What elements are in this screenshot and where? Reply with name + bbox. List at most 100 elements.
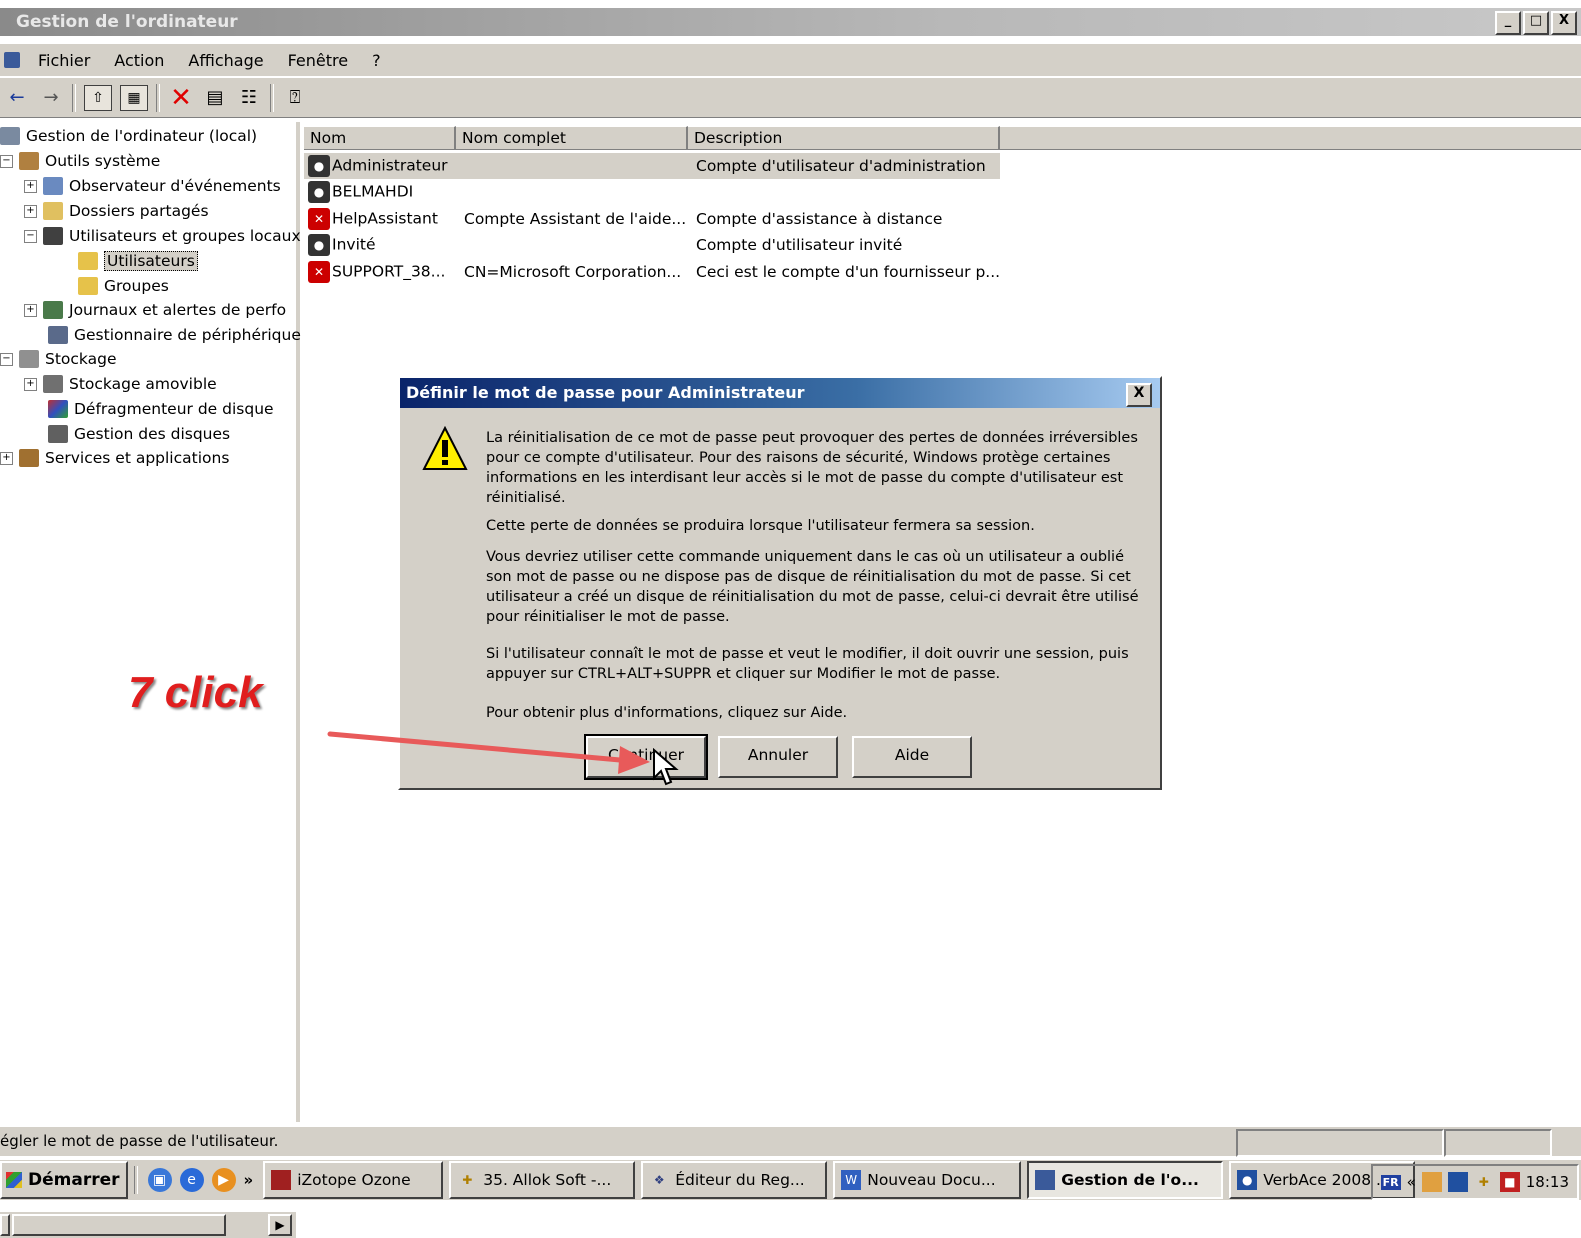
- minimize-button[interactable]: _: [1495, 11, 1521, 35]
- tree-horizontal-scrollbar[interactable]: ▶: [0, 1212, 296, 1238]
- dialog-paragraph: Si l'utilisateur connaît le mot de passe…: [486, 646, 1129, 682]
- forward-arrow-icon[interactable]: →: [38, 85, 64, 111]
- language-indicator[interactable]: FR: [1380, 1174, 1401, 1190]
- window-titlebar[interactable]: Gestion de l'ordinateur _ □ X: [0, 8, 1581, 36]
- table-row[interactable]: ● BELMAHDI: [304, 179, 1000, 205]
- menu-fenetre[interactable]: Fenêtre: [276, 51, 361, 70]
- toolbar: ← → ⇧ ▦ ✕ ▤ ☷ ⍰: [0, 78, 1581, 118]
- tree-item-observateur[interactable]: + Observateur d'événements: [24, 174, 281, 198]
- maximize-button[interactable]: □: [1523, 11, 1549, 35]
- column-header-description[interactable]: Description: [688, 126, 1000, 150]
- close-window-button[interactable]: X: [1551, 11, 1577, 35]
- user-full-name: CN=Microsoft Corporation...: [464, 263, 682, 281]
- help-button[interactable]: Aide: [852, 736, 972, 778]
- delete-icon[interactable]: ✕: [168, 83, 194, 113]
- dialog-paragraph: Vous devriez utiliser cette commande uni…: [486, 549, 1139, 625]
- user-name: SUPPORT_38...: [332, 262, 446, 281]
- scroll-left-button[interactable]: [0, 1214, 10, 1236]
- table-row[interactable]: ✕ HelpAssistant Compte Assistant de l'aid…: [304, 206, 1000, 232]
- expand-icon[interactable]: +: [24, 204, 37, 218]
- table-row[interactable]: ● Invité Compte d'utilisateur invité: [304, 232, 1000, 258]
- task-button-active[interactable]: Gestion de l'o...: [1027, 1161, 1224, 1199]
- expand-icon[interactable]: +: [24, 303, 37, 317]
- security-icon[interactable]: ■: [1499, 1172, 1520, 1192]
- menu-action[interactable]: Action: [102, 51, 176, 70]
- tray-expand-button[interactable]: «: [1407, 1173, 1416, 1191]
- shared-folders-icon: [43, 202, 63, 220]
- task-button[interactable]: W Nouveau Docu...: [833, 1161, 1022, 1199]
- user-description: Ceci est le compte d'un fournisseur p...: [696, 263, 1000, 281]
- tree-item-gestion-disques[interactable]: Gestion des disques: [48, 422, 230, 446]
- system-tray: FR « ✚ ■ 18:13: [1370, 1164, 1579, 1200]
- scroll-right-button[interactable]: ▶: [268, 1214, 292, 1236]
- dialog-titlebar[interactable]: Définir le mot de passe pour Administrat…: [400, 378, 1160, 408]
- tree-item-groupes[interactable]: Groupes: [78, 274, 169, 298]
- storage-icon: [19, 350, 39, 368]
- tree-item-services[interactable]: + Services et applications: [0, 446, 229, 470]
- tree-item-utilisateurs-groupes[interactable]: − Utilisateurs et groupes locaux: [24, 224, 301, 248]
- help-icon[interactable]: ⍰: [282, 85, 308, 111]
- dialog-close-button[interactable]: X: [1126, 383, 1152, 407]
- computer-management-icon: [0, 127, 20, 145]
- network-icon[interactable]: [1421, 1172, 1442, 1192]
- quicklaunch-more-button[interactable]: »: [244, 1171, 254, 1189]
- column-header-nom-complet[interactable]: Nom complet: [456, 126, 688, 150]
- expand-icon[interactable]: +: [24, 377, 37, 391]
- clock[interactable]: 18:13: [1526, 1173, 1569, 1191]
- user-description: Compte d'utilisateur d'administration: [696, 157, 986, 175]
- tree-item-gestionnaire-peripherique[interactable]: Gestionnaire de périphérique: [48, 323, 301, 347]
- up-folder-icon[interactable]: ⇧: [84, 84, 112, 111]
- column-header-nom[interactable]: Nom: [304, 126, 456, 150]
- tree-item-outils-systeme[interactable]: − Outils système: [0, 149, 160, 173]
- tree-item-stockage[interactable]: − Stockage: [0, 347, 117, 371]
- start-button[interactable]: Démarrer: [0, 1161, 128, 1199]
- export-list-icon[interactable]: ☷: [236, 85, 262, 111]
- app-icon[interactable]: [4, 52, 20, 68]
- collapse-icon[interactable]: −: [0, 352, 13, 366]
- task-button[interactable]: iZotope Ozone: [263, 1161, 444, 1199]
- tree-item-label: Gestion des disques: [74, 425, 231, 443]
- menu-fichier[interactable]: Fichier: [26, 51, 102, 70]
- expand-icon[interactable]: +: [0, 451, 13, 465]
- services-icon: [19, 449, 39, 467]
- collapse-icon[interactable]: −: [0, 154, 13, 168]
- tree-item-label: Gestionnaire de périphérique: [74, 326, 301, 344]
- console-tree: Gestion de l'ordinateur (local) − Outils…: [0, 122, 301, 1238]
- task-label: Éditeur du Reg...: [675, 1171, 805, 1189]
- back-arrow-icon[interactable]: ←: [4, 85, 30, 111]
- disabled-user-icon: ✕: [308, 261, 330, 283]
- cancel-button[interactable]: Annuler: [718, 736, 838, 778]
- internet-explorer-icon[interactable]: e: [179, 1168, 204, 1192]
- warning-icon: [422, 426, 468, 470]
- table-row[interactable]: ● Administrateur Compte d'utilisateur d'a…: [304, 153, 1000, 179]
- app-tray-icon[interactable]: [1447, 1172, 1468, 1192]
- show-desktop-icon[interactable]: ▣: [147, 1168, 172, 1192]
- mouse-cursor-icon: [653, 748, 679, 786]
- task-button[interactable]: ✚ 35. Allok Soft -...: [449, 1161, 636, 1199]
- tree-item-utilisateurs[interactable]: Utilisateurs: [78, 249, 198, 273]
- status-pane: [1444, 1129, 1552, 1157]
- tree-item-label: Utilisateurs et groupes locaux: [69, 227, 301, 245]
- task-button[interactable]: ❖ Éditeur du Reg...: [641, 1161, 828, 1199]
- allok-tray-icon[interactable]: ✚: [1474, 1172, 1494, 1192]
- tree-item-stockage-amovible[interactable]: + Stockage amovible: [24, 372, 217, 396]
- menu-help[interactable]: ?: [360, 51, 393, 70]
- media-player-icon[interactable]: ▶: [211, 1168, 236, 1192]
- windows-logo-icon: [6, 1172, 22, 1188]
- menu-affichage[interactable]: Affichage: [176, 51, 275, 70]
- tree-item-journaux[interactable]: + Journaux et alertes de perfo: [24, 298, 286, 322]
- show-hide-tree-icon[interactable]: ▦: [120, 84, 148, 111]
- table-row[interactable]: ✕ SUPPORT_38... CN=Microsoft Corporation.…: [304, 259, 1000, 285]
- scroll-thumb[interactable]: [12, 1214, 226, 1236]
- user-name: Invité: [332, 235, 376, 254]
- tree-item-dossiers-partages[interactable]: + Dossiers partagés: [24, 199, 209, 223]
- performance-logs-icon: [43, 301, 63, 319]
- task-label: iZotope Ozone: [297, 1171, 411, 1189]
- collapse-icon[interactable]: −: [24, 229, 37, 243]
- computer-management-icon: [1035, 1170, 1056, 1190]
- tree-item-label: Utilisateurs: [104, 251, 198, 271]
- properties-icon[interactable]: ▤: [202, 85, 228, 111]
- expand-icon[interactable]: +: [24, 179, 37, 193]
- tree-root[interactable]: Gestion de l'ordinateur (local): [0, 124, 257, 148]
- tree-item-defragmenteur[interactable]: Défragmenteur de disque: [48, 397, 274, 421]
